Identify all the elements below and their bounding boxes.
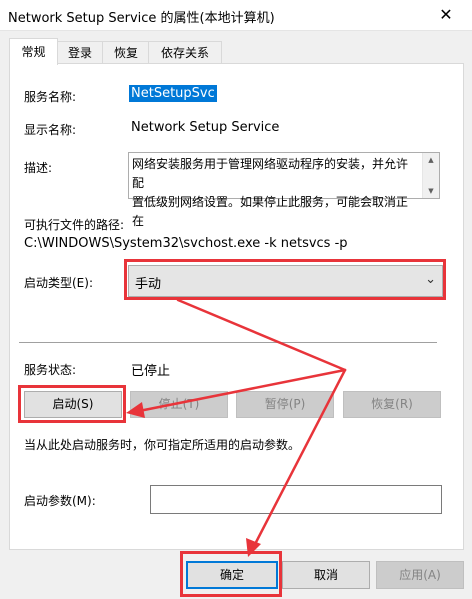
window-title: Network Setup Service 的属性(本地计算机) [8,11,275,26]
close-icon[interactable]: ✕ [426,0,466,30]
resume-button[interactable]: 恢复(R) [343,391,441,418]
display-name-label: 显示名称: [24,123,77,137]
description-line-1: 网络安装服务用于管理网络驱动程序的安装，并允许配 [132,157,409,190]
scroll-down-icon[interactable]: ▼ [423,184,439,198]
display-name-value[interactable]: Network Setup Service [131,120,279,135]
exe-path-value: C:\WINDOWS\System32\svchost.exe -k netsv… [24,236,348,251]
service-status-value: 已停止 [131,364,171,379]
description-box[interactable]: 网络安装服务用于管理网络驱动程序的安装，并允许配 置低级别网络设置。如果停止此服… [128,152,440,228]
title-bar: Network Setup Service 的属性(本地计算机) ✕ [0,0,472,31]
annotation-box-startup-type [124,259,446,300]
description-line-2: 置低级别网络设置。如果停止此服务，可能会取消正在 [132,195,409,228]
service-name-text: NetSetupSvc [129,85,217,102]
tab-general[interactable]: 常规 [9,38,58,65]
start-params-input[interactable] [150,485,442,514]
service-status-label: 服务状态: [24,363,77,377]
start-params-label: 启动参数(M): [24,494,96,508]
stop-button[interactable]: 停止(T) [130,391,228,418]
description-label: 描述: [24,161,53,175]
description-scrollbar[interactable]: ▲ ▼ [422,153,439,198]
general-panel [9,63,464,550]
divider [19,342,437,343]
annotation-box-ok [180,551,282,597]
description-text: 网络安装服务用于管理网络驱动程序的安装，并允许配 置低级别网络设置。如果停止此服… [132,155,417,231]
apply-button[interactable]: 应用(A) [376,561,464,589]
annotation-box-start [18,385,126,423]
startup-type-label: 启动类型(E): [24,276,93,290]
tab-dependencies[interactable]: 依存关系 [148,41,222,64]
tab-logon[interactable]: 登录 [56,41,104,64]
exe-path-label: 可执行文件的路径: [24,218,125,232]
hint-text: 当从此处启动服务时，你可指定所适用的启动参数。 [24,438,301,452]
pause-button[interactable]: 暂停(P) [236,391,334,418]
service-name-value[interactable]: NetSetupSvc [129,85,217,102]
service-name-label: 服务名称: [24,90,77,104]
cancel-button[interactable]: 取消 [282,561,370,589]
tab-recovery[interactable]: 恢复 [102,41,150,64]
scroll-up-icon[interactable]: ▲ [423,153,439,167]
